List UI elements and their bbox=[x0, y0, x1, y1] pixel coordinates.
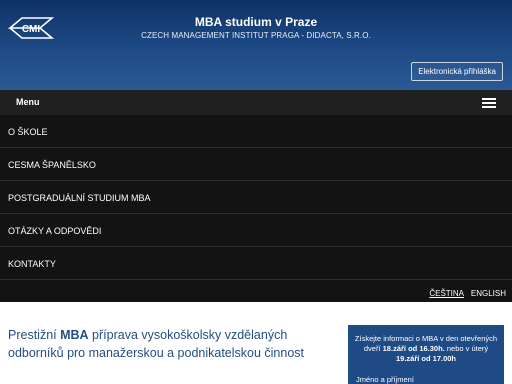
nav-item-label: O ŠKOLE bbox=[8, 127, 48, 137]
site-title: MBA studium v Praze bbox=[194, 15, 318, 29]
language-czech-link[interactable]: ČEŠTINA bbox=[429, 289, 464, 298]
nav-item-label: POSTGRADUÁLNÍ STUDIUM MBA bbox=[8, 193, 151, 203]
name-field-label: Jméno a příjmení bbox=[356, 375, 414, 384]
site-subtitle: CZECH MANAGEMENT INSTITUT PRAGA - DIDACT… bbox=[141, 31, 371, 40]
main-navigation: O ŠKOLE CESMA ŠPANĚLSKO POSTGRADUÁLNÍ ST… bbox=[0, 115, 512, 290]
intro-text-part1: Prestižní bbox=[8, 328, 61, 342]
open-day-text-2: nebo v úterý bbox=[444, 344, 489, 353]
nav-item-kontakty[interactable]: KONTAKTY bbox=[0, 247, 512, 280]
nav-item-label: CESMA ŠPANĚLSKO bbox=[8, 160, 96, 170]
language-english-link[interactable]: ENGLISH bbox=[471, 289, 506, 298]
nav-item-o-skole[interactable]: O ŠKOLE bbox=[0, 115, 512, 148]
nav-item-cesma-spanelsko[interactable]: CESMA ŠPANĚLSKO bbox=[0, 148, 512, 181]
nav-item-label: OTÁZKY A ODPOVĚDI bbox=[8, 226, 102, 236]
site-header: CMI MBA studium v Praze CZECH MANAGEMENT… bbox=[0, 0, 512, 90]
nav-item-postgradualni-studium-mba[interactable]: POSTGRADUÁLNÍ STUDIUM MBA bbox=[0, 181, 512, 214]
open-day-date-2: 19.září od 17.00h bbox=[395, 354, 457, 363]
intro-text: Prestižní MBA příprava vysokoškolsky vzd… bbox=[8, 326, 343, 362]
open-day-info-text: Získejte informaci o MBA v den otevřenýc… bbox=[354, 334, 498, 364]
menu-bar[interactable]: Menu bbox=[0, 90, 512, 115]
menu-label: Menu bbox=[16, 97, 40, 107]
nav-item-otazky-a-odpovedi[interactable]: OTÁZKY A ODPOVĚDI bbox=[0, 214, 512, 247]
intro-text-mba: MBA bbox=[60, 328, 89, 342]
open-day-info-box: Získejte informaci o MBA v den otevřenýc… bbox=[348, 325, 504, 384]
hamburger-icon[interactable] bbox=[482, 98, 496, 108]
nav-item-label: KONTAKTY bbox=[8, 259, 56, 269]
open-day-date-1: 18.září od 16.30h. bbox=[382, 344, 445, 353]
application-login-button[interactable]: Elektronická přihláška bbox=[411, 62, 503, 81]
